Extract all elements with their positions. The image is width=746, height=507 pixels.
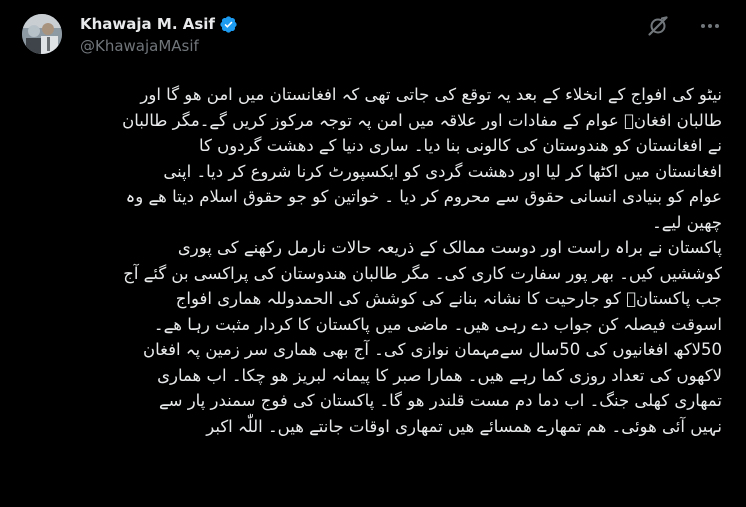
tweet-text-line: پاکستان نے براہ راست اور دوست ممالک کے ذ…	[177, 238, 722, 257]
grok-button[interactable]	[646, 14, 670, 38]
tweet-text-line: تمھاری کھلی جنگ۔ اب دما دم مست قلندر ھو …	[158, 391, 722, 410]
tweet-text-line: چھین لیے۔	[652, 212, 722, 232]
tweet-header: Khawaja M. Asif @KhawajaMAsif	[22, 12, 732, 60]
more-options-button[interactable]	[698, 14, 722, 38]
tweet-text-line: جب پاکستانؐ کو جارحیت کا نشانہ بنانے کی …	[175, 289, 722, 308]
author-handle[interactable]: @KhawajaMAsif	[80, 36, 199, 56]
author-display-name[interactable]: Khawaja M. Asif	[80, 14, 215, 34]
tweet-text-line: 50لاکھ افغانیوں کی 50سال سےمہمان نوازی ک…	[143, 340, 722, 359]
tweet-text-line: نہیں آئی ھوئی۔ ھم تمھارے ھمسائے ھیں تمھا…	[206, 416, 722, 436]
tweet-text-line: طالبان افغانؐ عوام کے مفادات اور علاقہ م…	[122, 110, 722, 130]
avatar[interactable]	[22, 14, 62, 54]
grok-icon	[648, 16, 668, 36]
tweet-text-line: افغانستان میں اکٹھا کر لیا اور دھشت گردی…	[163, 161, 722, 181]
tweet-text-line: نے افغانستان کو ھندوستان کی کالونی بنا د…	[198, 136, 722, 155]
tweet-text-line: عوام کو بنیادی انسانی حقوق سے محروم کر د…	[125, 187, 722, 206]
tweet-text-line: نیٹو کی افواج کے انخلاء کے بعد یہ توقع ک…	[140, 85, 722, 104]
tweet-text: نیٹو کی افواج کے انخلاء کے بعد یہ توقع ک…	[22, 82, 722, 439]
author-name-row: Khawaja M. Asif	[80, 14, 238, 34]
avatar-image	[22, 14, 62, 54]
verified-badge-icon	[220, 15, 237, 33]
more-options-icon	[701, 24, 719, 28]
tweet-text-line: اسوقت فیصلہ کن جواب دے رہی ھیں۔ ماضی میں…	[153, 314, 722, 334]
tweet-text-line: کوششیں کیں۔ بھر پور سفارت کاری کی۔ مگر ط…	[123, 263, 722, 283]
tweet-text-line: لاکھوں کی تعداد روزی کما رہے ھیں۔ ھمارا …	[157, 365, 722, 385]
